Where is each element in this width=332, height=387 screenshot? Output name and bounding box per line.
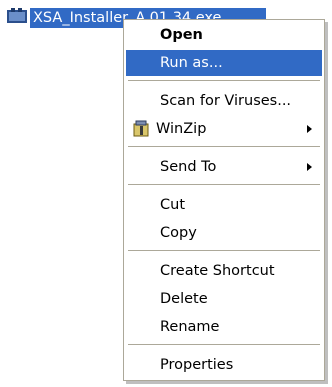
menu-item-cut-label: Cut [160, 197, 185, 213]
menu-item-send-to-label: Send To [160, 159, 217, 175]
menu-item-rename[interactable]: Rename [126, 314, 322, 340]
menu-separator [128, 80, 320, 81]
menu-item-open[interactable]: Open [126, 22, 322, 48]
winzip-icon [132, 120, 152, 138]
menu-item-winzip[interactable]: WinZip [126, 116, 322, 142]
menu-item-scan-label: Scan for Viruses... [160, 93, 292, 109]
menu-item-send-to[interactable]: Send To [126, 154, 322, 180]
installer-file-icon [6, 7, 30, 25]
menu-item-run-as-label: Run as... [160, 55, 223, 71]
context-menu: Open Run as... Scan for Viruses... WinZi… [123, 19, 325, 381]
menu-item-delete[interactable]: Delete [126, 286, 322, 312]
menu-item-properties[interactable]: Properties [126, 352, 322, 378]
menu-item-delete-label: Delete [160, 291, 208, 307]
menu-item-copy[interactable]: Copy [126, 220, 322, 246]
menu-item-rename-label: Rename [160, 319, 220, 335]
submenu-arrow-icon [307, 163, 312, 171]
menu-item-properties-label: Properties [160, 357, 234, 373]
menu-item-copy-label: Copy [160, 225, 197, 241]
menu-item-create-shortcut-label: Create Shortcut [160, 263, 275, 279]
menu-item-run-as[interactable]: Run as... [126, 50, 322, 76]
menu-item-open-label: Open [160, 27, 203, 43]
menu-separator [128, 250, 320, 251]
menu-item-winzip-label: WinZip [156, 121, 207, 137]
submenu-arrow-icon [307, 125, 312, 133]
menu-item-scan-for-viruses[interactable]: Scan for Viruses... [126, 88, 322, 114]
menu-item-cut[interactable]: Cut [126, 192, 322, 218]
menu-separator [128, 184, 320, 185]
menu-separator [128, 146, 320, 147]
menu-item-create-shortcut[interactable]: Create Shortcut [126, 258, 322, 284]
menu-separator [128, 344, 320, 345]
